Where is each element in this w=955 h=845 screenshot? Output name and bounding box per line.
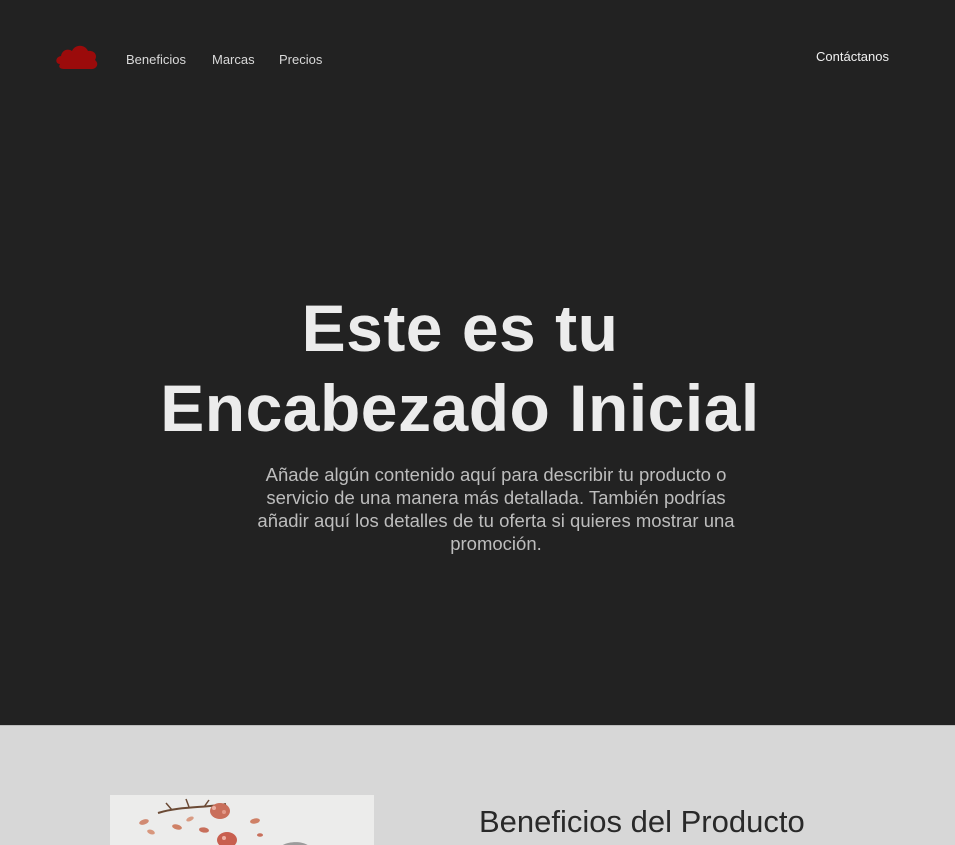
hero-heading-line-1: Este es tu <box>301 291 619 365</box>
hero-heading-line-2: Encabezado Inicial <box>160 371 760 445</box>
hero-section: Beneficios Marcas Precios Contáctanos Es… <box>0 0 955 725</box>
hero-heading: Este es tu Encabezado Inicial <box>100 288 820 448</box>
benefits-heading: Beneficios del Producto <box>479 804 805 839</box>
nav-link-precios[interactable]: Precios <box>279 52 322 67</box>
nav-link-beneficios[interactable]: Beneficios <box>126 52 186 67</box>
nav-link-marcas[interactable]: Marcas <box>212 52 255 67</box>
red-cloud-logo[interactable] <box>54 40 100 72</box>
contact-link[interactable]: Contáctanos <box>816 49 889 64</box>
hero-description: Añade algún contenido aquí para describi… <box>257 464 735 554</box>
product-image <box>110 795 374 845</box>
benefits-section: Beneficios del Producto <box>0 725 955 845</box>
landing-page: Beneficios Marcas Precios Contáctanos Es… <box>0 0 955 845</box>
